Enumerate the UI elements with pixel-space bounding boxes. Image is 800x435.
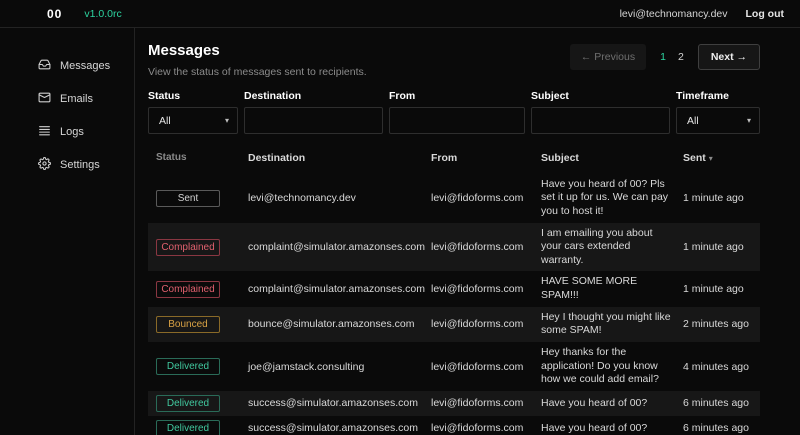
table-row: Delivered success@simulator.amazonses.co… — [148, 416, 760, 435]
destination-cell: success@simulator.amazonses.com — [248, 422, 431, 434]
sent-cell: 1 minute ago — [683, 283, 760, 295]
destination-filter-label: Destination — [244, 90, 383, 102]
status-select[interactable]: All ▾ — [148, 107, 238, 134]
logs-icon — [38, 124, 51, 140]
subject-cell: Hey thanks for the application! Do you k… — [541, 346, 683, 387]
destination-cell: complaint@simulator.amazonses.com — [248, 241, 431, 253]
sidebar-item-label: Logs — [60, 126, 84, 138]
status-badge: Complained — [156, 239, 220, 256]
column-header-from: From — [431, 152, 541, 166]
table-row: Complained complaint@simulator.amazonses… — [148, 271, 760, 306]
timeframe-select-value: All — [687, 115, 699, 127]
page-number-2[interactable]: 2 — [678, 51, 684, 63]
pagination: ← Previous 1 2 Next → — [570, 44, 760, 70]
table-row: Bounced bounce@simulator.amazonses.com l… — [148, 307, 760, 342]
messages-table: Status Destination From Subject Sent▾ Se… — [148, 150, 760, 435]
timeframe-filter-label: Timeframe — [676, 90, 760, 102]
sidebar-item-label: Settings — [60, 159, 100, 171]
table-row: Complained complaint@simulator.amazonses… — [148, 223, 760, 272]
table-row: Sent levi@technomancy.dev levi@fidoforms… — [148, 174, 760, 223]
destination-cell: joe@jamstack.consulting — [248, 361, 431, 373]
destination-cell: bounce@simulator.amazonses.com — [248, 318, 431, 330]
envelope-icon — [38, 91, 51, 107]
from-cell: levi@fidoforms.com — [431, 192, 541, 204]
main-content: Messages View the status of messages sen… — [135, 28, 800, 435]
subject-cell: Have you heard of 00? Pls set it up for … — [541, 178, 683, 219]
app-logo: 00 — [47, 7, 62, 21]
from-cell: levi@fidoforms.com — [431, 397, 541, 409]
page-number-1[interactable]: 1 — [660, 51, 666, 63]
table-body: Sent levi@technomancy.dev levi@fidoforms… — [148, 174, 760, 435]
subject-filter-label: Subject — [531, 90, 670, 102]
column-header-destination: Destination — [248, 152, 431, 166]
sidebar-item-label: Messages — [60, 60, 110, 72]
sidebar-item-settings[interactable]: Settings — [38, 157, 134, 173]
from-cell: levi@fidoforms.com — [431, 241, 541, 253]
sent-cell: 2 minutes ago — [683, 318, 760, 330]
status-cell: Delivered — [156, 420, 248, 435]
status-badge: Bounced — [156, 316, 220, 333]
status-badge: Sent — [156, 190, 220, 207]
sent-cell: 4 minutes ago — [683, 361, 760, 373]
table-row: Delivered joe@jamstack.consulting levi@f… — [148, 342, 760, 391]
table-header: Status Destination From Subject Sent▾ — [148, 150, 760, 174]
status-badge: Delivered — [156, 395, 220, 412]
topbar: 00 v1.0.0rc levi@technomancy.dev Log out — [0, 0, 800, 28]
logout-button[interactable]: Log out — [746, 8, 784, 20]
sidebar-item-logs[interactable]: Logs — [38, 124, 134, 140]
inbox-icon — [38, 58, 51, 74]
from-cell: levi@fidoforms.com — [431, 422, 541, 434]
from-cell: levi@fidoforms.com — [431, 318, 541, 330]
destination-cell: success@simulator.amazonses.com — [248, 397, 431, 409]
status-cell: Bounced — [156, 316, 248, 333]
column-header-subject: Subject — [541, 152, 683, 166]
status-badge: Delivered — [156, 358, 220, 375]
next-page-button[interactable]: Next → — [698, 44, 760, 70]
previous-page-button[interactable]: ← Previous — [570, 44, 646, 70]
subject-cell: Have you heard of 00? — [541, 422, 683, 435]
status-cell: Complained — [156, 239, 248, 256]
page-subtitle: View the status of messages sent to reci… — [148, 66, 367, 78]
user-email: levi@technomancy.dev — [620, 8, 728, 20]
status-cell: Delivered — [156, 395, 248, 412]
subject-input[interactable] — [531, 107, 670, 134]
column-header-status: Status — [156, 152, 248, 166]
from-cell: levi@fidoforms.com — [431, 283, 541, 295]
status-cell: Complained — [156, 281, 248, 298]
from-cell: levi@fidoforms.com — [431, 361, 541, 373]
subject-cell: Have you heard of 00? — [541, 397, 683, 411]
sent-cell: 1 minute ago — [683, 241, 760, 253]
sidebar-item-emails[interactable]: Emails — [38, 91, 134, 107]
chevron-down-icon: ▾ — [747, 116, 751, 125]
status-filter-label: Status — [148, 90, 238, 102]
subject-cell: HAVE SOME MORE SPAM!!! — [541, 275, 683, 302]
from-filter-label: From — [389, 90, 525, 102]
destination-cell: levi@technomancy.dev — [248, 192, 431, 204]
column-header-sent[interactable]: Sent▾ — [683, 152, 760, 166]
subject-cell: I am emailing you about your cars extend… — [541, 227, 683, 268]
from-input[interactable] — [389, 107, 525, 134]
table-row: Delivered success@simulator.amazonses.co… — [148, 391, 760, 416]
sidebar: Messages Emails Logs Settings — [0, 28, 135, 435]
version-label: v1.0.0rc — [84, 8, 121, 20]
sent-cell: 6 minutes ago — [683, 397, 760, 409]
gear-icon — [38, 157, 51, 173]
sort-desc-icon: ▾ — [709, 154, 713, 163]
status-select-value: All — [159, 115, 171, 127]
status-cell: Sent — [156, 190, 248, 207]
status-cell: Delivered — [156, 358, 248, 375]
sidebar-item-label: Emails — [60, 93, 93, 105]
sent-cell: 6 minutes ago — [683, 422, 760, 434]
timeframe-select[interactable]: All ▾ — [676, 107, 760, 134]
sent-cell: 1 minute ago — [683, 192, 760, 204]
status-badge: Complained — [156, 281, 220, 298]
status-badge: Delivered — [156, 420, 220, 435]
sidebar-item-messages[interactable]: Messages — [38, 58, 134, 74]
chevron-down-icon: ▾ — [225, 116, 229, 125]
subject-cell: Hey I thought you might like some SPAM! — [541, 311, 683, 338]
destination-cell: complaint@simulator.amazonses.com — [248, 283, 431, 295]
page-title: Messages — [148, 42, 367, 59]
filters-bar: Status All ▾ Destination From Subject Ti… — [148, 90, 760, 134]
destination-input[interactable] — [244, 107, 383, 134]
